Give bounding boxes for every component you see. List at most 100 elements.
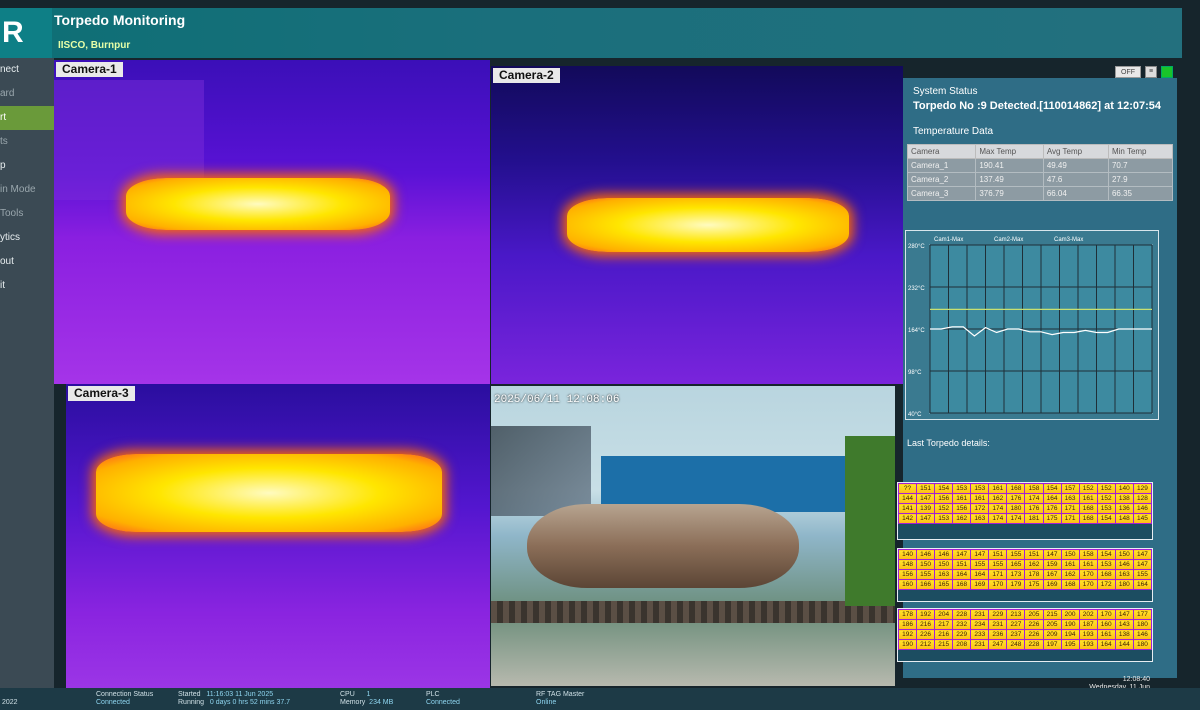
grid-cell: 229 <box>988 609 1008 620</box>
grid-cell: 146 <box>916 549 936 560</box>
last-torpedo-title: Last Torpedo details: <box>907 438 990 448</box>
grid-row: 192 226 216 229 233 236 237 226 209 194 193 161 138 1… <box>897 629 1153 640</box>
grid-row: 178 192 204 228 231 229 213 205 215 200 202 170 147 1… <box>897 609 1153 620</box>
grid-cell: 150 <box>916 559 936 570</box>
grid-cell: 162 <box>988 493 1008 504</box>
camera-4-view[interactable]: 2025/06/11 12:08:06 <box>491 386 895 686</box>
grid-cell: 155 <box>988 559 1008 570</box>
sidebar-item-analytics[interactable]: ytics <box>0 226 54 250</box>
grid-cell: 159 <box>1042 559 1062 570</box>
grid-cell: 216 <box>934 629 954 640</box>
temperature-data-title: Temperature Data <box>913 126 994 137</box>
grid-cell: 170 <box>1078 569 1098 580</box>
grid-cell: 176 <box>1006 493 1026 504</box>
grid-row: 140 146 146 147 147 151 155 151 147 150 158 154 150 1… <box>897 549 1153 560</box>
torpedo-heat-signature <box>567 198 849 252</box>
grid-cell: 190 <box>1060 619 1080 630</box>
grid-cell: 165 <box>1006 559 1026 570</box>
grid-cell: 165 <box>934 579 954 590</box>
grid-cell: 172 <box>1096 579 1116 590</box>
grid-cell: 170 <box>988 579 1008 590</box>
connection-status-value: Connected <box>96 699 130 706</box>
y-tick-label: 40°C <box>908 412 922 418</box>
sidebar-item-admin-mode[interactable]: in Mode <box>0 178 54 202</box>
sidebar-item-stop[interactable]: p <box>0 154 54 178</box>
camera-1-view[interactable]: Camera-1 <box>54 60 490 384</box>
grid-cell: 168 <box>952 579 972 590</box>
grid-cell: 171 <box>988 569 1008 580</box>
grid-cell: 169 <box>1042 579 1062 590</box>
cpu-label: CPU <box>340 691 355 698</box>
grid-cell: 177 <box>1132 609 1153 620</box>
system-status-message: Torpedo No :9 Detected.[110014862] at 12… <box>913 100 1162 112</box>
thermal-grid-table: 140 146 146 147 147 151 155 151 147 150 158 154 150 1… <box>897 549 1153 590</box>
grid-cell: 226 <box>1024 619 1044 630</box>
grid-cell: 147 <box>916 513 936 524</box>
grid-cell: 138 <box>1114 629 1134 640</box>
grid-cell: 192 <box>916 609 936 620</box>
grid-cell: 167 <box>1042 569 1062 580</box>
grid-row: 186 216 217 232 234 231 227 226 205 190 187 160 143 1… <box>897 619 1153 630</box>
grid-cell: 154 <box>1042 483 1062 494</box>
grid-cell: 146 <box>934 549 954 560</box>
grid-cell: 156 <box>952 503 972 514</box>
cell: 49.49 <box>1042 158 1109 173</box>
grid-cell: 164 <box>1096 639 1116 650</box>
grid-cell: 202 <box>1078 609 1098 620</box>
sidebar-item-dashboard[interactable]: ard <box>0 82 54 106</box>
grid-cell: 180 <box>1132 639 1153 650</box>
grid-cell: 168 <box>1060 579 1080 590</box>
grid-cell: 215 <box>934 639 954 650</box>
grid-cell: 200 <box>1060 609 1080 620</box>
grid-cell: 205 <box>1042 619 1062 630</box>
plc-label: PLC <box>426 691 440 698</box>
grid-cell: 147 <box>970 549 990 560</box>
sidebar-item-connect[interactable]: nect <box>0 58 54 82</box>
grid-cell: 148 <box>897 559 918 570</box>
rftag-value: Online <box>536 699 557 706</box>
status-indicator <box>1161 66 1173 78</box>
sidebar-item-exit[interactable]: it <box>0 274 54 298</box>
grid-cell: 226 <box>1024 629 1044 640</box>
grid-cell: 168 <box>1006 483 1026 494</box>
grid-cell: 152 <box>1096 493 1116 504</box>
grid-cell: 193 <box>1078 639 1098 650</box>
camera-2-view[interactable]: Camera-2 <box>491 66 903 384</box>
grid-cell: 229 <box>952 629 972 640</box>
grid-cell: 231 <box>970 639 990 650</box>
grid-cell: 153 <box>1096 559 1116 570</box>
cell: 27.9 <box>1107 172 1174 187</box>
sidebar-item-logout[interactable]: out <box>0 250 54 274</box>
grid-cell: ?? <box>897 483 918 494</box>
off-toggle[interactable]: OFF <box>1115 66 1141 78</box>
grid-cell: 141 <box>897 503 918 514</box>
grid-cell: 236 <box>988 629 1008 640</box>
grid-cell: 168 <box>1078 503 1098 514</box>
cell: 66.35 <box>1107 186 1174 201</box>
camera-3-view[interactable]: Camera-3 <box>66 384 490 690</box>
grid-row: ?? 151 154 153 153 161 168 158 154 157 152 152 140 12… <box>897 483 1153 494</box>
grid-cell: 152 <box>934 503 954 514</box>
grid-cell: 128 <box>1132 493 1153 504</box>
sidebar-item-alerts[interactable]: ts <box>0 130 54 154</box>
grid-cell: 237 <box>1006 629 1026 640</box>
camera-4-timestamp: 2025/06/11 12:08:06 <box>494 394 620 406</box>
grid-cell: 213 <box>1006 609 1026 620</box>
menu-icon[interactable]: ≡ <box>1145 66 1157 78</box>
grid-cell: 160 <box>897 579 918 590</box>
started-label: Started <box>178 691 201 698</box>
grid-cell: 172 <box>970 503 990 514</box>
grid-cell: 161 <box>1060 559 1080 570</box>
grid-cell: 162 <box>1060 569 1080 580</box>
running-label: Running <box>178 699 205 706</box>
cell: 137.49 <box>975 172 1044 187</box>
sidebar-item-tools[interactable]: Tools <box>0 202 54 226</box>
sidebar-item-start[interactable]: rt <box>0 106 54 130</box>
cell: 47.6 <box>1042 172 1109 187</box>
grid-cell: 176 <box>1042 503 1062 514</box>
grid-cell: 168 <box>1096 569 1116 580</box>
grid-cell: 228 <box>952 609 972 620</box>
status-bar: 2022 Connection Status Connected Started… <box>0 688 1200 710</box>
grid-cell: 176 <box>1024 503 1044 514</box>
grid-cell: 170 <box>1078 579 1098 590</box>
